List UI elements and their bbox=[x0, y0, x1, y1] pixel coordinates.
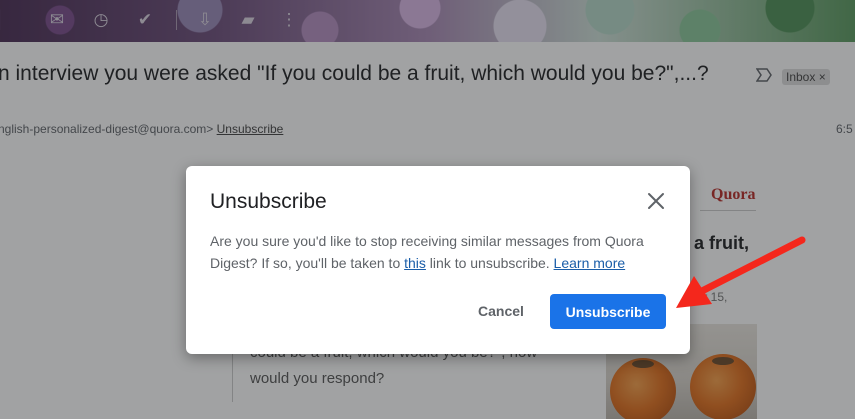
close-icon[interactable] bbox=[644, 189, 668, 213]
unsubscribe-dialog: Unsubscribe Are you sure you'd like to s… bbox=[186, 166, 690, 354]
unsubscribe-page-link[interactable]: this bbox=[404, 255, 426, 271]
dialog-title: Unsubscribe bbox=[210, 190, 327, 213]
unsubscribe-button[interactable]: Unsubscribe bbox=[550, 294, 666, 329]
dialog-text: link to unsubscribe. bbox=[425, 255, 554, 271]
learn-more-link[interactable]: Learn more bbox=[554, 255, 626, 271]
cancel-button[interactable]: Cancel bbox=[468, 294, 534, 328]
annotation-arrow-icon bbox=[676, 236, 806, 308]
dialog-message: Are you sure you'd like to stop receivin… bbox=[210, 230, 650, 274]
